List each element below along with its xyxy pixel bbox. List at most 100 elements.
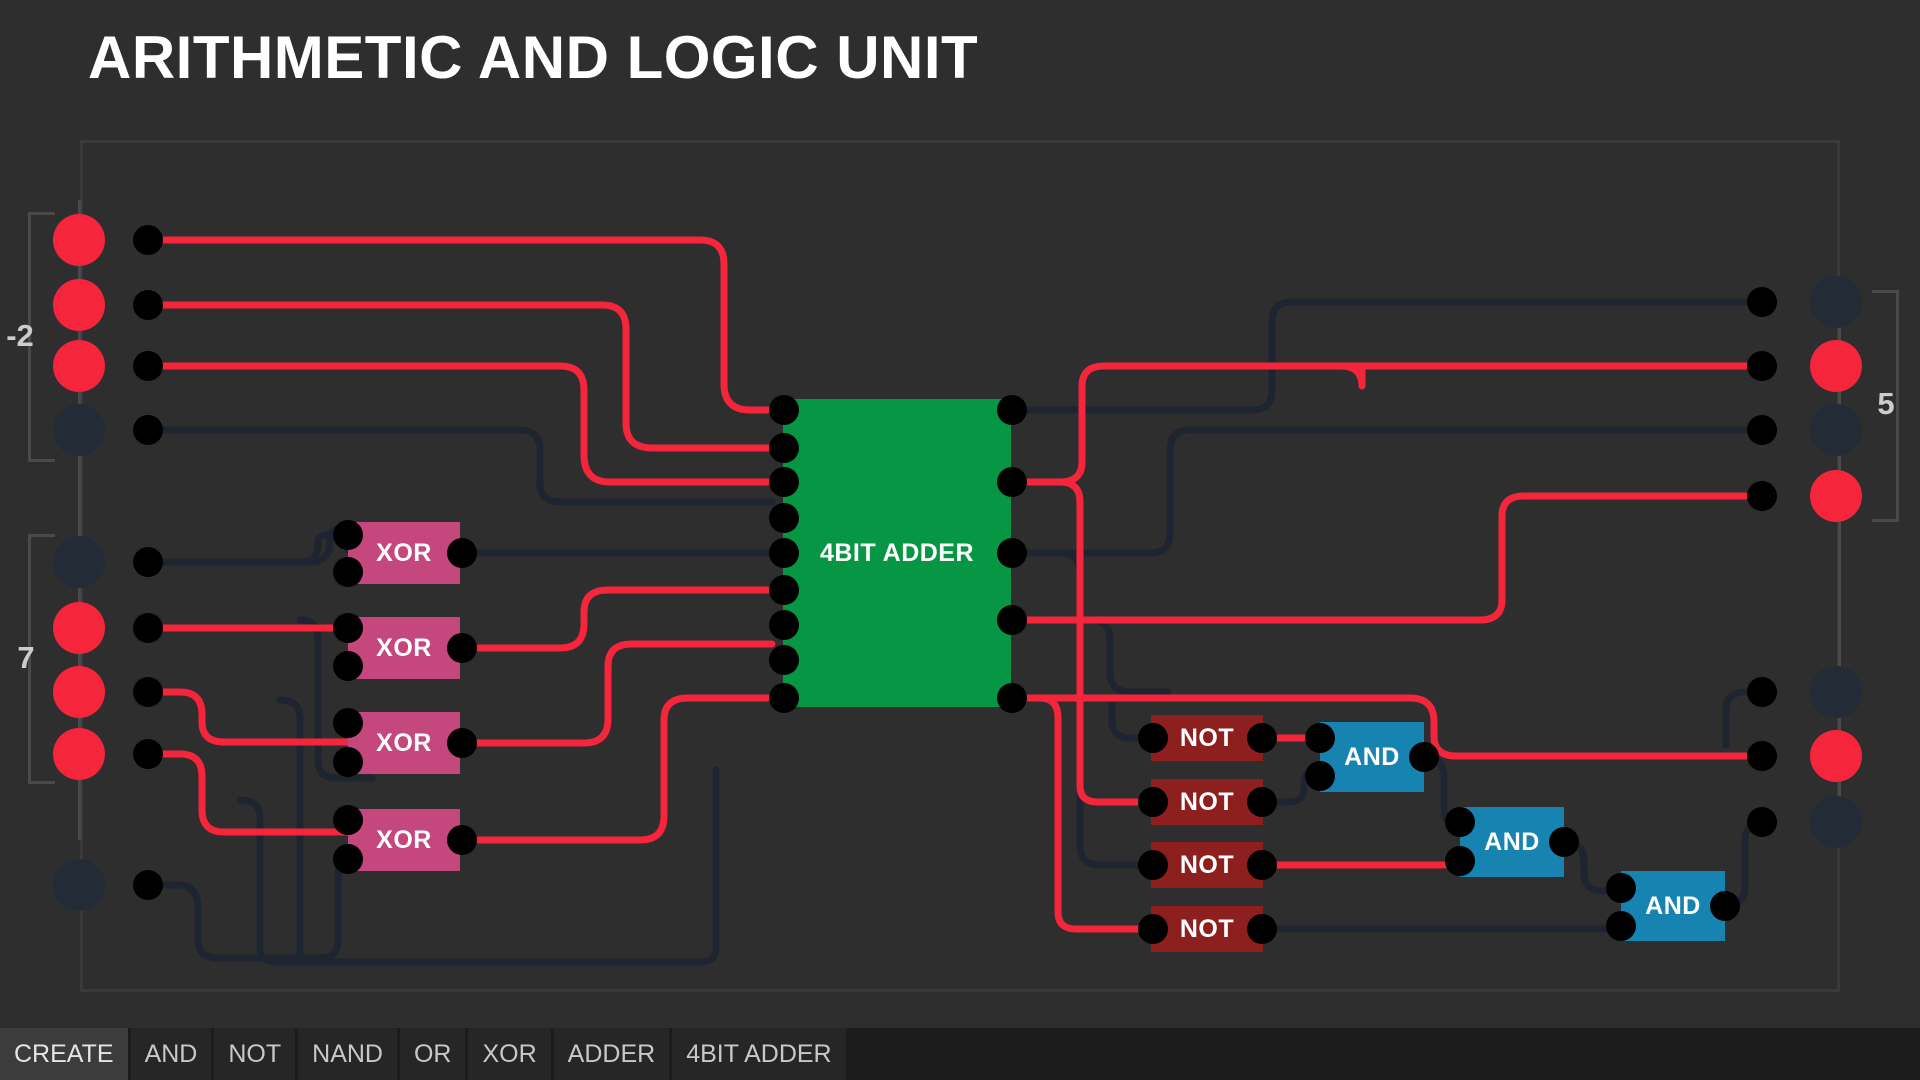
gate-input-pin[interactable] <box>333 651 363 681</box>
gate-input-pin[interactable] <box>1445 807 1475 837</box>
gate-input-pin[interactable] <box>1305 723 1335 753</box>
output-lamp[interactable] <box>1810 730 1862 782</box>
gate-output-pin[interactable] <box>1247 914 1277 944</box>
adder-output-pin[interactable] <box>997 467 1027 497</box>
output-lamp[interactable] <box>1810 340 1862 392</box>
alu-simulator-app: ARITHMETIC AND LOGIC UNIT -2 7 5 XOR XOR… <box>0 0 1920 1080</box>
adder-input-pin[interactable] <box>769 503 799 533</box>
gate-output-pin[interactable] <box>447 538 477 568</box>
toolbar-button-label: CREATE <box>14 1039 114 1068</box>
adder-output-pin[interactable] <box>997 683 1027 713</box>
gate-output-pin[interactable] <box>1409 742 1439 772</box>
gate-input-pin[interactable] <box>1305 761 1335 791</box>
output-pin[interactable] <box>1747 287 1777 317</box>
bottom-toolbar: CREATE AND NOT NAND OR XOR ADDER 4BIT AD… <box>0 1028 1920 1080</box>
toolbar-button-xor[interactable]: XOR <box>468 1028 551 1080</box>
toolbar-button-4bit-adder[interactable]: 4BIT ADDER <box>672 1028 846 1080</box>
adder-input-pin[interactable] <box>769 433 799 463</box>
toolbar-button-label: AND <box>144 1039 198 1068</box>
gate-input-pin[interactable] <box>333 747 363 777</box>
gate-input-pin[interactable] <box>1138 914 1168 944</box>
output-pin[interactable] <box>1747 415 1777 445</box>
adder-input-pin[interactable] <box>769 538 799 568</box>
gate-input-pin[interactable] <box>1138 850 1168 880</box>
toolbar-button-not[interactable]: NOT <box>214 1028 296 1080</box>
toolbar-button-nand[interactable]: NAND <box>298 1028 397 1080</box>
gate-label: AND <box>1344 742 1400 771</box>
input-pin[interactable] <box>133 677 163 707</box>
input-toggle[interactable] <box>53 728 105 780</box>
adder-output-pin[interactable] <box>997 395 1027 425</box>
gate-xor[interactable]: XOR <box>348 522 460 584</box>
output-pin[interactable] <box>1747 677 1777 707</box>
input-pin[interactable] <box>133 290 163 320</box>
input-toggle[interactable] <box>53 666 105 718</box>
input-toggle[interactable] <box>53 602 105 654</box>
adder-input-pin[interactable] <box>769 610 799 640</box>
adder-input-pin[interactable] <box>769 395 799 425</box>
input-toggle[interactable] <box>53 859 105 911</box>
input-toggle[interactable] <box>53 340 105 392</box>
output-pin[interactable] <box>1747 741 1777 771</box>
output-pin[interactable] <box>1747 351 1777 381</box>
gate-input-pin[interactable] <box>1606 873 1636 903</box>
gate-output-pin[interactable] <box>1710 891 1740 921</box>
gate-output-pin[interactable] <box>447 633 477 663</box>
input-pin[interactable] <box>133 613 163 643</box>
output-pin[interactable] <box>1747 807 1777 837</box>
gate-output-pin[interactable] <box>447 728 477 758</box>
gate-input-pin[interactable] <box>1606 911 1636 941</box>
gate-output-pin[interactable] <box>1247 787 1277 817</box>
input-pin[interactable] <box>133 547 163 577</box>
gate-input-pin[interactable] <box>333 557 363 587</box>
input-toggle[interactable] <box>53 279 105 331</box>
adder-output-pin[interactable] <box>997 538 1027 568</box>
gate-label: NOT <box>1179 787 1235 816</box>
gate-label: XOR <box>376 825 432 854</box>
input-toggle[interactable] <box>53 536 105 588</box>
output-lamp[interactable] <box>1810 276 1862 328</box>
output-pin[interactable] <box>1747 481 1777 511</box>
adder-input-pin[interactable] <box>769 683 799 713</box>
toolbar-button-adder[interactable]: ADDER <box>553 1028 670 1080</box>
input-pin[interactable] <box>133 351 163 381</box>
output-lamp[interactable] <box>1810 666 1862 718</box>
gate-output-pin[interactable] <box>1247 723 1277 753</box>
gate-output-pin[interactable] <box>1247 850 1277 880</box>
gate-output-pin[interactable] <box>447 825 477 855</box>
toolbar-button-and[interactable]: AND <box>130 1028 212 1080</box>
adder-output-pin[interactable] <box>997 605 1027 635</box>
toolbar-button-create[interactable]: CREATE <box>0 1028 128 1080</box>
gate-input-pin[interactable] <box>1138 723 1168 753</box>
gate-label: NOT <box>1179 850 1235 879</box>
adder-input-pin[interactable] <box>769 645 799 675</box>
input-pin[interactable] <box>133 739 163 769</box>
output-lamp[interactable] <box>1810 470 1862 522</box>
gate-input-pin[interactable] <box>333 708 363 738</box>
gate-input-pin[interactable] <box>333 805 363 835</box>
output-lamp[interactable] <box>1810 796 1862 848</box>
gate-label: 4BIT ADDER <box>819 538 975 567</box>
gate-input-pin[interactable] <box>1138 787 1168 817</box>
input-pin[interactable] <box>133 225 163 255</box>
input-pin[interactable] <box>133 870 163 900</box>
adder-input-pin[interactable] <box>769 467 799 497</box>
input-toggle[interactable] <box>53 214 105 266</box>
gate-xor[interactable]: XOR <box>348 617 460 679</box>
output-lamp[interactable] <box>1810 404 1862 456</box>
gate-xor[interactable]: XOR <box>348 809 460 871</box>
toolbar-button-label: ADDER <box>567 1039 656 1068</box>
toolbar-button-label: OR <box>413 1039 452 1068</box>
gate-4bit-adder[interactable]: 4BIT ADDER <box>783 399 1011 707</box>
gate-input-pin[interactable] <box>1445 846 1475 876</box>
input-pin[interactable] <box>133 415 163 445</box>
toolbar-button-or[interactable]: OR <box>399 1028 466 1080</box>
gate-input-pin[interactable] <box>333 844 363 874</box>
gate-label: AND <box>1645 891 1701 920</box>
gate-xor[interactable]: XOR <box>348 712 460 774</box>
gate-output-pin[interactable] <box>1549 827 1579 857</box>
adder-input-pin[interactable] <box>769 575 799 605</box>
gate-input-pin[interactable] <box>333 520 363 550</box>
gate-input-pin[interactable] <box>333 613 363 643</box>
input-toggle[interactable] <box>53 404 105 456</box>
